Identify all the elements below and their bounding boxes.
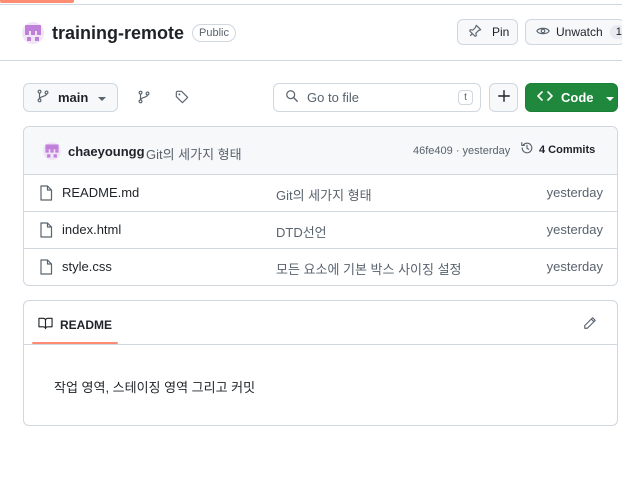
tab-readme[interactable]: README xyxy=(38,316,112,333)
commits-history-link[interactable]: 4 Commits xyxy=(520,141,595,158)
file-icon xyxy=(39,259,53,278)
repo-header: training-remote Public xyxy=(22,19,236,47)
file-commit-message-link[interactable]: 모든 요소에 기본 박스 사이징 설정 xyxy=(276,259,462,278)
pin-icon xyxy=(468,24,482,41)
top-nav-active-indicator xyxy=(0,0,74,3)
code-button[interactable]: Code xyxy=(525,83,618,112)
branch-label: main xyxy=(58,90,89,105)
commit-author-link[interactable]: chaeyoungg xyxy=(68,144,145,159)
tags-button[interactable] xyxy=(168,84,196,112)
tag-icon xyxy=(175,90,189,107)
pin-label: Pin xyxy=(492,25,510,39)
file-date: yesterday xyxy=(546,222,603,237)
history-icon xyxy=(520,141,534,158)
readme-content: 작업 영역, 스테이징 영역 그리고 커밋 xyxy=(54,380,256,395)
table-row[interactable]: style.css 모든 요소에 기본 박스 사이징 설정 yesterday xyxy=(24,249,617,285)
commits-count-label: 4 Commits xyxy=(539,143,596,156)
file-date: yesterday xyxy=(546,185,603,200)
repo-avatar-icon[interactable] xyxy=(22,22,44,44)
avatar[interactable] xyxy=(43,142,61,160)
readme-panel: README 작업 영역, 스테이징 영역 그리고 커밋 xyxy=(23,300,618,426)
file-commit-message-link[interactable]: Git의 세가지 형태 xyxy=(276,185,372,204)
readme-tab-bar: README xyxy=(24,301,617,345)
eye-icon xyxy=(536,24,550,41)
file-icon xyxy=(39,222,53,241)
unwatch-button[interactable]: Unwatch 1 xyxy=(525,19,622,45)
branch-select-button[interactable]: main xyxy=(23,83,118,112)
top-nav-divider xyxy=(0,4,622,5)
code-icon xyxy=(537,89,553,106)
code-label: Code xyxy=(561,90,594,105)
header-divider xyxy=(0,60,622,61)
file-name-link[interactable]: index.html xyxy=(62,222,121,237)
commit-hash-time[interactable]: 46fe409 · yesterday xyxy=(413,145,510,157)
pin-button[interactable]: Pin xyxy=(457,19,518,45)
book-icon xyxy=(38,316,53,333)
go-to-file-input[interactable]: Go to file t xyxy=(273,83,481,112)
unwatch-label: Unwatch xyxy=(556,25,603,39)
file-date: yesterday xyxy=(546,259,603,274)
pencil-icon[interactable] xyxy=(583,316,597,333)
readme-tab-label: README xyxy=(60,317,113,332)
commit-message-link[interactable]: Git의 세가지 형태 xyxy=(146,144,242,163)
caret-down-icon xyxy=(98,90,107,105)
file-list: chaeyoungg Git의 세가지 형태 46fe409 · yesterd… xyxy=(23,126,618,286)
branches-icon xyxy=(137,90,151,107)
plus-icon xyxy=(497,87,511,108)
add-file-button[interactable] xyxy=(489,83,518,112)
file-name-link[interactable]: README.md xyxy=(62,185,139,200)
file-commit-message-link[interactable]: DTD선언 xyxy=(276,222,327,241)
visibility-badge: Public xyxy=(192,24,236,42)
active-tab-indicator xyxy=(32,342,118,344)
search-icon xyxy=(285,89,299,106)
caret-down-icon xyxy=(605,90,614,105)
search-shortcut-key: t xyxy=(458,90,473,105)
table-row[interactable]: index.html DTD선언 yesterday xyxy=(24,212,617,249)
repo-name-link[interactable]: training-remote xyxy=(52,23,184,44)
search-placeholder: Go to file xyxy=(307,90,360,105)
table-row[interactable]: README.md Git의 세가지 형태 yesterday xyxy=(24,175,617,212)
file-icon xyxy=(39,185,53,204)
latest-commit-bar: chaeyoungg Git의 세가지 형태 46fe409 · yesterd… xyxy=(24,127,617,175)
branches-button[interactable] xyxy=(130,84,158,112)
file-name-link[interactable]: style.css xyxy=(62,259,112,274)
watch-count: 1 xyxy=(609,25,622,39)
git-branch-icon xyxy=(36,89,50,106)
